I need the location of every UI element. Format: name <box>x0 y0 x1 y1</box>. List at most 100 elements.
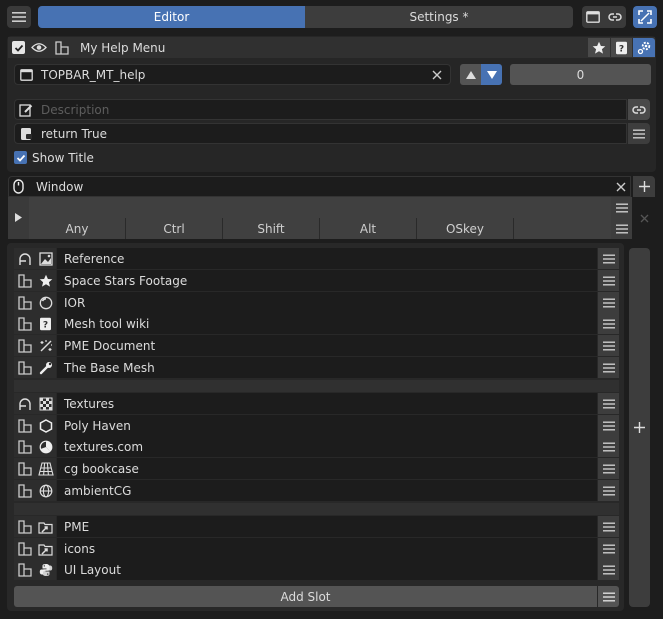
show-title-label[interactable]: Show Title <box>32 150 94 166</box>
slot-mode-icon[interactable] <box>14 538 35 559</box>
wrench-icon[interactable] <box>35 357 56 378</box>
modifier-oskey[interactable]: OSkey <box>417 218 514 239</box>
slot-row[interactable]: PME <box>14 516 619 537</box>
slot-row[interactable]: The Base Mesh <box>14 357 619 378</box>
hotkey-menu-button-1[interactable] <box>611 197 632 218</box>
folder-link-icon[interactable] <box>35 538 56 559</box>
favorite-button[interactable] <box>588 38 610 57</box>
description-link-button[interactable] <box>628 99 650 120</box>
slot-mode-icon[interactable] <box>14 516 35 537</box>
slot-menu-button[interactable] <box>598 248 619 269</box>
slot-menu-button[interactable] <box>598 270 619 291</box>
slot-label[interactable]: PME <box>57 516 597 537</box>
slot-menu-button[interactable] <box>598 516 619 537</box>
slot-row[interactable]: IOR <box>14 292 619 313</box>
hotkey-clear-icon[interactable] <box>636 210 652 226</box>
sparkle-icon[interactable] <box>35 335 56 356</box>
first-slot-icon[interactable] <box>14 248 35 269</box>
slot-menu-button[interactable] <box>598 538 619 559</box>
slot-row[interactable]: textures.com <box>14 436 619 457</box>
slot-mode-icon[interactable] <box>14 415 35 436</box>
slot-row[interactable]: UI Layout <box>14 559 619 580</box>
slot-row[interactable]: PME Document <box>14 335 619 356</box>
slot-label[interactable]: cg bookcase <box>57 458 597 479</box>
slot-row[interactable]: ambientCG <box>14 480 619 501</box>
folder-link-icon[interactable] <box>35 516 56 537</box>
slot-row[interactable]: cg bookcase <box>14 458 619 479</box>
slot-menu-button[interactable] <box>598 458 619 479</box>
slot-row[interactable]: Textures <box>14 393 619 414</box>
move-down-button[interactable] <box>481 64 502 85</box>
slot-label[interactable]: textures.com <box>57 436 597 457</box>
fullscreen-button[interactable] <box>633 6 657 28</box>
slot-label[interactable]: Textures <box>57 393 597 414</box>
slot-label[interactable]: UI Layout <box>57 559 597 580</box>
slot-mode-icon[interactable] <box>14 292 35 313</box>
globe-icon[interactable] <box>35 480 56 501</box>
grid-perspective-icon[interactable] <box>35 458 56 479</box>
help-icon[interactable]: ? <box>35 313 56 334</box>
slot-label[interactable]: Reference <box>57 248 597 269</box>
slot-menu-button[interactable] <box>598 436 619 457</box>
description-field[interactable]: Description <box>14 99 627 120</box>
slot-mode-icon[interactable] <box>14 458 35 479</box>
slot-mode-icon[interactable] <box>14 436 35 457</box>
slot-menu-button[interactable] <box>598 292 619 313</box>
modifier-any[interactable]: Any <box>29 218 126 239</box>
enabled-checkbox[interactable] <box>12 41 25 54</box>
slot-label[interactable]: Poly Haven <box>57 415 597 436</box>
slot-label[interactable]: icons <box>57 538 597 559</box>
star-icon[interactable] <box>35 270 56 291</box>
slot-menu-button[interactable] <box>598 415 619 436</box>
move-up-button[interactable] <box>460 64 481 85</box>
slot-menu-button[interactable] <box>598 313 619 334</box>
hexagon-icon[interactable] <box>35 415 56 436</box>
slot-menu-button[interactable] <box>598 480 619 501</box>
slot-row[interactable]: Poly Haven <box>14 415 619 436</box>
hotkey-key-field[interactable] <box>29 197 611 218</box>
python-icon[interactable] <box>35 559 56 580</box>
visibility-toggle[interactable] <box>29 39 49 56</box>
modifier-shift[interactable]: Shift <box>223 218 320 239</box>
slot-menu-button[interactable] <box>598 393 619 414</box>
slot-menu-button[interactable] <box>598 559 619 580</box>
slot-row[interactable]: icons <box>14 538 619 559</box>
slot-menu-button[interactable] <box>598 357 619 378</box>
slot-row[interactable]: Space Stars Footage <box>14 270 619 291</box>
checker-icon[interactable] <box>35 393 56 414</box>
slot-label[interactable]: Space Stars Footage <box>57 270 597 291</box>
slot-menu-button[interactable] <box>598 335 619 356</box>
image-icon[interactable] <box>35 248 56 269</box>
slot-mode-icon[interactable] <box>14 559 35 580</box>
add-slot-menu-button[interactable] <box>598 586 619 607</box>
slot-label[interactable]: Mesh tool wiki <box>57 313 597 334</box>
slot-mode-icon[interactable] <box>14 357 35 378</box>
pie-icon[interactable] <box>35 436 56 457</box>
tab-editor[interactable]: Editor <box>38 6 305 28</box>
window-button[interactable] <box>582 6 604 28</box>
slot-label[interactable]: The Base Mesh <box>57 357 597 378</box>
slot-label[interactable]: ambientCG <box>57 480 597 501</box>
material-icon[interactable] <box>35 292 56 313</box>
tab-settings[interactable]: Settings * <box>305 6 573 28</box>
slot-row[interactable]: ? Mesh tool wiki <box>14 313 619 334</box>
slot-mode-icon[interactable] <box>14 313 35 334</box>
modifier-alt[interactable]: Alt <box>320 218 417 239</box>
poll-field[interactable]: return True <box>14 123 627 144</box>
add-column-button[interactable] <box>629 248 650 607</box>
link-button[interactable] <box>604 6 626 28</box>
slot-mode-icon[interactable] <box>14 270 35 291</box>
slot-mode-icon[interactable] <box>14 480 35 501</box>
hotkey-add-button[interactable] <box>633 176 655 197</box>
expand-toggle[interactable] <box>10 209 26 225</box>
first-slot-icon[interactable] <box>14 393 35 414</box>
add-slot-button[interactable]: Add Slot <box>14 586 597 607</box>
menu-id-field[interactable]: TOPBAR_MT_help <box>14 64 451 85</box>
show-title-checkbox[interactable] <box>14 151 27 164</box>
item-name-label[interactable]: My Help Menu <box>80 40 165 56</box>
mode-toggle[interactable] <box>52 39 72 56</box>
help-button[interactable]: ? <box>611 38 632 57</box>
counter-field[interactable]: 0 <box>510 64 651 85</box>
settings-button[interactable] <box>633 38 655 57</box>
slot-label[interactable]: PME Document <box>57 335 597 356</box>
